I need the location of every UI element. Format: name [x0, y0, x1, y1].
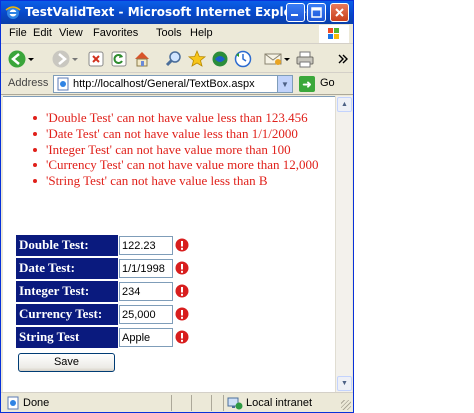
menu-view[interactable]: View	[59, 27, 83, 39]
string-test-input[interactable]: Apple	[119, 328, 173, 347]
status-bar: Done Local intranet	[1, 392, 353, 412]
media-icon[interactable]	[210, 49, 230, 69]
string-test-label: String Test	[16, 327, 118, 348]
back-icon[interactable]	[7, 49, 27, 69]
status-divider	[191, 395, 192, 411]
page-content: 'Double Test' can not have value less th…	[3, 96, 335, 392]
menu-edit[interactable]: Edit	[33, 27, 52, 39]
back-dropdown-icon[interactable]	[27, 49, 35, 69]
toolbar-overflow-icon[interactable]	[337, 49, 349, 69]
address-bar: Address http://localhost/General/TextBox…	[1, 73, 353, 95]
menu-bar: File Edit View Favorites Tools Help	[1, 24, 353, 44]
mail-dropdown-icon[interactable]	[283, 49, 291, 69]
history-icon[interactable]	[233, 49, 253, 69]
menu-tools[interactable]: Tools	[156, 27, 182, 39]
error-icon	[175, 330, 189, 344]
currency-test-label: Currency Test:	[16, 304, 118, 325]
date-test-input[interactable]: 1/1/1998	[119, 259, 173, 278]
mail-icon[interactable]	[263, 49, 283, 69]
address-input[interactable]: http://localhost/General/TextBox.aspx ▼	[53, 75, 293, 93]
date-test-label: Date Test:	[16, 258, 118, 279]
window-title: TestValidText - Microsoft Internet Explo…	[25, 5, 312, 19]
scroll-up-icon[interactable]: ▲	[337, 97, 352, 112]
home-icon[interactable]	[132, 49, 152, 69]
windows-logo-icon	[319, 25, 349, 43]
address-label: Address	[8, 77, 49, 89]
integer-test-input[interactable]: 234	[119, 282, 173, 301]
forward-icon[interactable]	[51, 49, 71, 69]
status-divider	[211, 395, 212, 411]
standard-toolbar	[1, 45, 353, 73]
stop-icon[interactable]	[86, 49, 106, 69]
zone-text: Local intranet	[246, 397, 313, 409]
close-button[interactable]	[330, 3, 349, 22]
resize-grip-icon[interactable]	[341, 400, 351, 410]
ie-frame: TestValidText - Microsoft Internet Explo…	[0, 0, 354, 413]
error-message: 'String Test' can not have value less th…	[33, 173, 318, 189]
favorites-icon[interactable]	[187, 49, 207, 69]
go-button[interactable]: ➜ Go	[299, 75, 351, 93]
close-icon	[335, 8, 344, 17]
browser-window: TestValidText - Microsoft Internet Explo…	[0, 0, 474, 413]
currency-test-input[interactable]: 25,000	[119, 305, 173, 324]
scroll-down-icon[interactable]: ▼	[337, 376, 352, 391]
status-divider	[223, 395, 224, 411]
minimize-icon	[291, 14, 298, 16]
address-dropdown-icon[interactable]: ▼	[277, 76, 292, 92]
print-icon[interactable]	[295, 49, 315, 69]
title-bar[interactable]: TestValidText - Microsoft Internet Explo…	[1, 1, 353, 24]
integer-test-label: Integer Test:	[16, 281, 118, 302]
minimize-button[interactable]	[286, 3, 305, 22]
search-icon[interactable]	[164, 49, 184, 69]
error-icon	[175, 238, 189, 252]
validation-summary: 'Double Test' can not have value less th…	[33, 110, 318, 189]
status-divider	[171, 395, 172, 411]
page-icon	[57, 77, 69, 91]
refresh-icon[interactable]	[109, 49, 129, 69]
menu-favorites[interactable]: Favorites	[93, 27, 138, 39]
menu-help[interactable]: Help	[190, 27, 213, 39]
forward-dropdown-icon[interactable]	[71, 49, 79, 69]
double-test-input[interactable]: 122.23	[119, 236, 173, 255]
go-arrow-icon: ➜	[299, 76, 315, 92]
error-message: 'Integer Test' can not have value more t…	[33, 142, 318, 158]
address-url: http://localhost/General/TextBox.aspx	[73, 78, 255, 90]
ie-logo-icon	[5, 6, 21, 19]
error-icon	[175, 307, 189, 321]
error-message: 'Currency Test' can not have value more …	[33, 157, 318, 173]
page-done-icon	[7, 396, 19, 410]
double-test-label: Double Test:	[16, 235, 118, 256]
error-message: 'Double Test' can not have value less th…	[33, 110, 318, 126]
menu-file[interactable]: File	[9, 27, 27, 39]
save-button[interactable]: Save	[18, 353, 115, 372]
go-label: Go	[320, 77, 335, 89]
status-text: Done	[23, 397, 50, 409]
maximize-icon	[311, 7, 322, 18]
intranet-zone-icon	[227, 397, 243, 410]
maximize-button[interactable]	[307, 3, 326, 22]
vertical-scrollbar[interactable]: ▲ ▼	[335, 96, 352, 392]
error-icon	[175, 284, 189, 298]
error-icon	[175, 261, 189, 275]
error-message: 'Date Test' can not have value less than…	[33, 126, 318, 142]
